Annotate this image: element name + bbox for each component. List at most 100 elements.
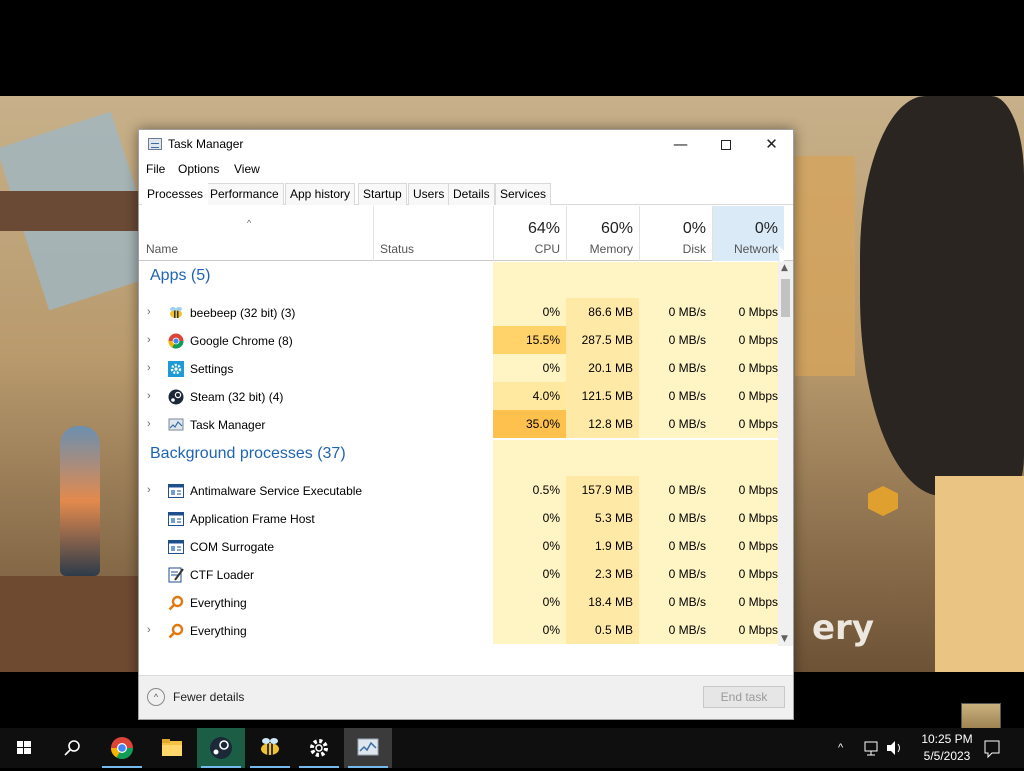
table-row[interactable]: › Google Chrome (8) 15.5% 287.5 MB 0 MB/s 0 M… xyxy=(139,326,784,354)
lava-lamp xyxy=(60,426,100,576)
vertical-scrollbar[interactable]: ▲ ▼ xyxy=(778,261,793,646)
tab-performance[interactable]: Performance xyxy=(205,183,284,205)
taskbar-chrome[interactable] xyxy=(98,728,146,768)
tab-users[interactable]: Users xyxy=(408,183,450,205)
sort-up-icon: ^ xyxy=(247,218,252,228)
chevron-right-icon[interactable]: › xyxy=(147,362,151,374)
cpu-cell: 35.0% xyxy=(493,410,566,438)
vertical-scroll-thumb[interactable] xyxy=(781,279,790,317)
table-row[interactable]: Application Frame Host 0% 5.3 MB 0 MB/s 0 Mb… xyxy=(139,504,784,532)
group-network-cell xyxy=(712,262,784,298)
taskbar-beebeep[interactable] xyxy=(246,728,294,768)
column-header-memory[interactable]: 60% Memory xyxy=(566,206,639,261)
group-header-background: Background processes (37) xyxy=(139,440,784,476)
column-header-cpu[interactable]: 64% CPU xyxy=(493,206,566,261)
clock-date[interactable]: 5/5/2023 xyxy=(912,749,982,763)
chevron-right-icon[interactable]: › xyxy=(147,390,151,402)
table-row[interactable]: › Settings 0% 20.1 MB 0 MB/s 0 Mbps xyxy=(139,354,784,382)
menu-file[interactable]: File xyxy=(146,162,165,176)
tab-app-history[interactable]: App history xyxy=(285,183,356,205)
search-icon xyxy=(64,740,80,756)
taskbar-steam[interactable] xyxy=(197,728,245,768)
group-network-cell xyxy=(712,440,784,476)
wallpaper-shelf xyxy=(0,191,140,231)
wallpaper-panel xyxy=(795,156,855,376)
task-manager-icon xyxy=(357,738,379,756)
steam-icon xyxy=(168,389,184,405)
table-row[interactable]: › Everything 0% 0.5 MB 0 MB/s 0 Mbps xyxy=(139,616,784,644)
table-row[interactable]: › Antimalware Service Executable 0.5% 157.9… xyxy=(139,476,784,504)
tab-processes[interactable]: Processes xyxy=(142,183,209,206)
clock-time[interactable]: 10:25 PM xyxy=(912,732,982,746)
table-row[interactable]: › Task Manager 35.0% 12.8 MB 0 MB/s 0 Mbps xyxy=(139,410,784,438)
column-disk-label: Disk xyxy=(682,242,706,256)
scroll-down-icon[interactable]: ▼ xyxy=(781,634,788,644)
title-bar[interactable]: Task Manager — ✕ xyxy=(139,130,793,159)
minimize-button[interactable]: — xyxy=(658,130,703,159)
scroll-up-icon[interactable]: ▲ xyxy=(781,263,788,273)
table-row[interactable]: Everything 0% 18.4 MB 0 MB/s 0 Mbps xyxy=(139,588,784,616)
close-button[interactable]: ✕ xyxy=(749,130,794,159)
chevron-right-icon[interactable]: › xyxy=(147,334,151,346)
chevron-up-icon[interactable]: ^ xyxy=(147,688,165,706)
group-disk-cell xyxy=(639,262,712,298)
volume-icon[interactable] xyxy=(884,728,904,768)
chevron-right-icon[interactable]: › xyxy=(147,418,151,430)
process-name: Steam (32 bit) (4) xyxy=(190,390,284,404)
column-header-status[interactable]: Status xyxy=(373,206,493,261)
table-row[interactable]: COM Surrogate 0% 1.9 MB 0 MB/s 0 Mbps xyxy=(139,532,784,560)
network-cell: 0 Mbps xyxy=(712,504,784,532)
menu-view[interactable]: View xyxy=(234,162,260,176)
tab-services[interactable]: Services xyxy=(495,183,552,205)
cpu-cell: 0% xyxy=(493,298,566,326)
cpu-cell: 4.0% xyxy=(493,382,566,410)
table-row[interactable]: CTF Loader 0% 2.3 MB 0 MB/s 0 Mbps xyxy=(139,560,784,588)
end-task-button[interactable]: End task xyxy=(703,686,785,708)
taskbar-task-manager[interactable] xyxy=(344,728,392,768)
ctf-loader-icon xyxy=(168,567,184,583)
window-title: Task Manager xyxy=(168,137,244,151)
start-button[interactable] xyxy=(0,728,48,768)
disk-cell: 0 MB/s xyxy=(639,298,712,326)
group-header-apps: Apps (5) xyxy=(139,262,784,298)
chevron-right-icon[interactable]: › xyxy=(147,306,151,318)
service-window-icon xyxy=(168,539,184,555)
disk-cell: 0 MB/s xyxy=(639,476,712,504)
memory-cell: 1.9 MB xyxy=(566,532,639,560)
tab-startup[interactable]: Startup xyxy=(358,183,407,205)
group-label: Apps (5) xyxy=(150,267,211,284)
search-button[interactable] xyxy=(48,728,96,768)
steam-icon xyxy=(210,737,232,759)
service-window-icon xyxy=(168,483,184,499)
taskbar-settings[interactable] xyxy=(295,728,343,768)
tab-details[interactable]: Details xyxy=(448,183,495,205)
task-manager-window[interactable]: Task Manager — ✕ File Options View Proce… xyxy=(138,129,794,720)
column-header-name[interactable]: ^ Name xyxy=(139,206,373,261)
disk-cell: 0 MB/s xyxy=(639,560,712,588)
column-network-label: Network xyxy=(733,242,778,256)
taskbar-file-explorer[interactable] xyxy=(148,728,196,768)
chevron-right-icon[interactable]: › xyxy=(147,484,151,496)
chevron-up-icon[interactable]: ^ xyxy=(838,728,854,768)
fewer-details-link[interactable]: Fewer details xyxy=(173,690,244,704)
process-name: Settings xyxy=(190,362,234,376)
table-row[interactable]: › Steam (32 bit) (4) 4.0% 121.5 MB 0 MB/s 0 M… xyxy=(139,382,784,410)
menu-options[interactable]: Options xyxy=(178,162,219,176)
process-name: Google Chrome (8) xyxy=(190,334,293,348)
maximize-button[interactable] xyxy=(703,130,748,159)
network-icon[interactable] xyxy=(862,728,880,768)
table-row[interactable]: › beebeep (32 bit) (3) 0% 86.6 MB 0 MB/s 0 Mb… xyxy=(139,298,784,326)
disk-cell: 0 MB/s xyxy=(639,326,712,354)
column-name-label: Name xyxy=(146,242,179,256)
disk-cell: 0 MB/s xyxy=(639,616,712,644)
network-cell: 0 Mbps xyxy=(712,354,784,382)
memory-cell: 12.8 MB xyxy=(566,410,639,438)
column-header-disk[interactable]: 0% Disk xyxy=(639,206,712,261)
notification-icon[interactable] xyxy=(982,728,1002,768)
start-icon xyxy=(17,741,31,754)
chevron-right-icon[interactable]: › xyxy=(147,624,151,636)
network-cell: 0 Mbps xyxy=(712,532,784,560)
process-name: Antimalware Service Executable xyxy=(190,484,363,498)
column-header-network[interactable]: 0% Network xyxy=(712,206,784,261)
file-explorer-icon xyxy=(162,739,182,756)
